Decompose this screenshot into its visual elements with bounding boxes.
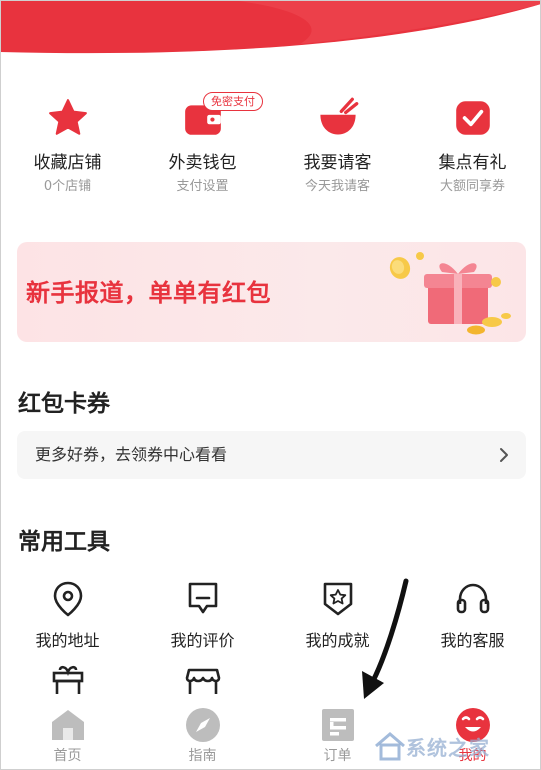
check-badge-icon [451,96,495,140]
quick-action-wallet[interactable]: 免密支付 外卖钱包 支付设置 [135,92,270,206]
quick-action-subtitle: 0个店铺 [43,179,92,194]
quick-action-treat[interactable]: 我要请客 今天我请客 [270,96,405,206]
bottom-tab-bar: 首页 指南 订单 我的 [0,694,541,770]
wallet-badge: 免密支付 [203,92,263,111]
quick-action-subtitle: 支付设置 [176,179,229,194]
home-icon [49,706,87,744]
quick-action-favorite-shops[interactable]: 收藏店铺 0个店铺 [0,96,135,206]
tab-orders[interactable]: 订单 [270,694,405,770]
quick-action-label: 外卖钱包 [168,153,237,173]
coupon-center-link[interactable]: 更多好券，去领券中心看看 [17,431,526,479]
tab-guide[interactable]: 指南 [135,694,270,770]
newcomer-promo-banner[interactable]: 新手报道，单单有红包 [17,242,526,342]
quick-actions-row: 收藏店铺 0个店铺 免密支付 外卖钱包 支付设置 我要请客 今天我请客 集点有礼… [0,92,541,206]
coupon-center-text: 更多好券，去领券中心看看 [35,445,228,464]
headset-icon [453,579,493,619]
quick-action-label: 我要请客 [303,153,372,173]
tab-label: 指南 [188,748,217,764]
header-curve-background [0,0,541,62]
tab-label: 订单 [323,748,352,764]
tool-shop[interactable] [135,664,270,694]
tab-label: 首页 [53,748,82,764]
quick-action-label: 收藏店铺 [33,153,102,173]
coupons-section-title: 红包卡券 [18,391,110,417]
tab-mine[interactable]: 我的 [405,694,540,770]
tool-label: 我的客服 [440,631,505,650]
tool-my-achievements[interactable]: 我的成就 [270,579,405,651]
achievement-badge-icon [318,579,358,619]
location-pin-icon [48,579,88,619]
tab-label: 我的 [458,748,487,764]
quick-action-collect-points[interactable]: 集点有礼 大额同享券 [405,96,540,206]
tab-home[interactable]: 首页 [0,694,135,770]
tool-label: 我的评价 [170,631,235,650]
tool-label: 我的成就 [305,631,370,650]
gift-box-icon [389,252,511,335]
bowl-chopsticks-icon [316,96,360,140]
quick-action-label: 集点有礼 [438,153,507,173]
tools-grid-row: 我的地址 我的评价 我的成就 我的客服 [0,579,541,651]
banner-text: 新手报道，单单有红包 [26,279,271,307]
tool-my-reviews[interactable]: 我的评价 [135,579,270,651]
tool-my-address[interactable]: 我的地址 [0,579,135,651]
chevron-right-icon [500,448,508,462]
profile-face-icon [454,706,492,744]
quick-action-subtitle: 大额同享券 [439,179,505,194]
gift-icon [48,664,88,694]
order-list-icon [319,706,357,744]
quick-action-subtitle: 今天我请客 [304,179,370,194]
star-icon [46,96,90,140]
compass-icon [184,706,222,744]
tool-label: 我的地址 [35,631,100,650]
tool-customer-service[interactable]: 我的客服 [405,579,540,651]
comment-icon [183,579,223,619]
tool-gift[interactable] [0,664,135,694]
shop-icon [183,664,223,694]
tools-grid-row-2 [0,664,541,694]
tools-section-title: 常用工具 [18,529,110,555]
